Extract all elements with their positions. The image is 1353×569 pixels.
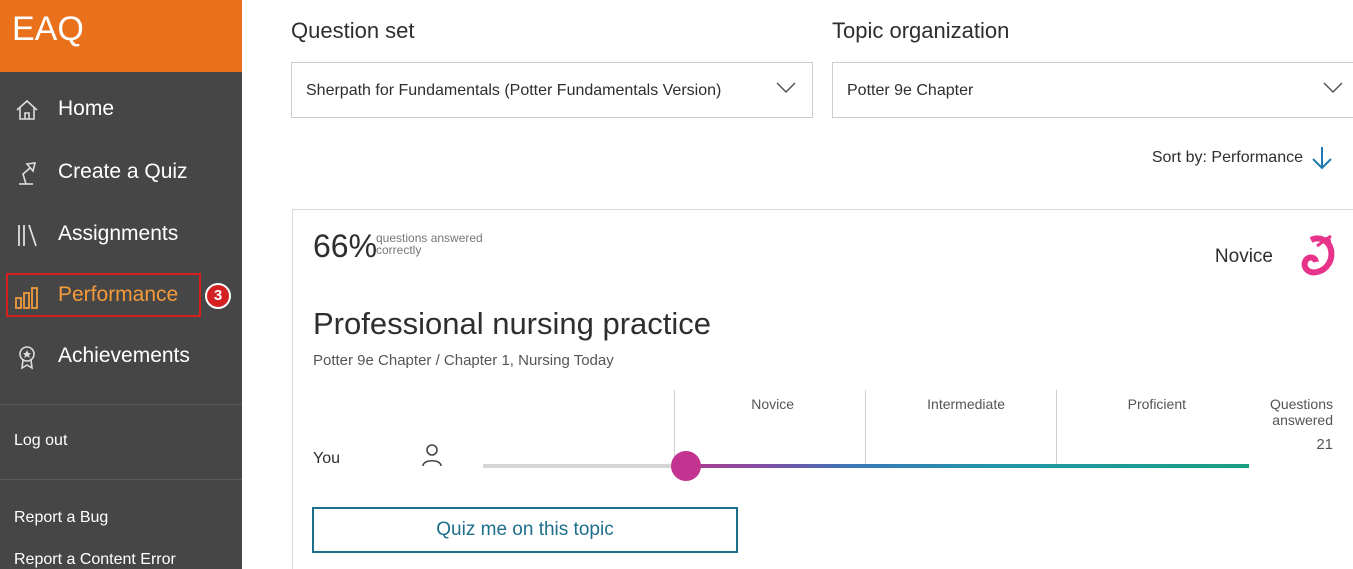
report-bug-link[interactable]: Report a Bug <box>14 509 108 527</box>
topic-title: Professional nursing practice <box>313 306 712 341</box>
nav-label-achievements: Achievements <box>58 344 190 367</box>
stage-proficient: Proficient <box>1127 396 1186 412</box>
sidebar-divider <box>0 479 242 480</box>
questions-answered-label: Questions answered <box>1269 396 1333 428</box>
stage-novice: Novice <box>751 396 794 412</box>
main-content: Question set Sherpath for Fundamentals (… <box>242 0 1353 569</box>
arrow-down-icon[interactable] <box>1311 145 1333 171</box>
question-set-select[interactable]: Sherpath for Fundamentals (Potter Fundam… <box>291 62 813 118</box>
nav-item-achievements[interactable]: Achievements <box>0 329 242 385</box>
step-badge: 3 <box>205 283 231 309</box>
home-icon <box>16 99 38 120</box>
chevron-down-icon <box>776 82 796 94</box>
topic-path: Potter 9e Chapter / Chapter 1, Nursing T… <box>313 352 614 369</box>
nav-item-home[interactable]: Home <box>0 82 242 138</box>
nav-label-home: Home <box>58 97 115 120</box>
logout-link[interactable]: Log out <box>14 432 67 450</box>
questions-answered-count: 21 <box>1316 436 1333 453</box>
topic-organization-select[interactable]: Potter 9e Chapter <box>832 62 1353 118</box>
highlight-box <box>6 273 201 317</box>
topic-organization-value: Potter 9e Chapter <box>847 82 974 99</box>
report-content-error-link[interactable]: Report a Content Error <box>14 551 176 569</box>
percent-note: questions answered correctly <box>376 231 483 257</box>
progress-marker <box>671 451 701 481</box>
lamp-icon <box>19 162 37 185</box>
question-set-label: Question set <box>291 18 415 43</box>
you-label: You <box>313 450 340 467</box>
progress-track-remaining <box>483 464 686 468</box>
sort-by-label[interactable]: Sort by: Performance <box>1152 149 1303 167</box>
nav-item-assignments[interactable]: Assignments <box>0 207 242 263</box>
progress-track-levels <box>686 464 1249 468</box>
quiz-me-button[interactable]: Quiz me on this topic <box>312 507 738 553</box>
nav-item-create-quiz[interactable]: Create a Quiz <box>0 145 242 201</box>
topic-card: 66% questions answered correctly Novice … <box>292 209 1353 569</box>
sidebar-divider <box>0 404 242 405</box>
user-icon <box>422 444 442 467</box>
chameleon-icon <box>1301 234 1335 276</box>
stage-intermediate: Intermediate <box>927 396 1005 412</box>
sidebar: EAQ Home Create a Quiz Assignments Perfo… <box>0 0 242 569</box>
nav-label-assignments: Assignments <box>58 222 179 245</box>
topic-organization-label: Topic organization <box>832 18 1010 43</box>
level-label: Novice <box>1214 246 1273 267</box>
chevron-down-icon <box>1323 82 1343 94</box>
percent-correct: 66% <box>313 228 378 264</box>
brand-logo[interactable]: EAQ <box>12 10 84 49</box>
question-set-value: Sherpath for Fundamentals (Potter Fundam… <box>306 82 722 99</box>
brand-bar[interactable]: EAQ <box>0 0 242 72</box>
books-icon <box>18 224 37 247</box>
nav-label-create-quiz: Create a Quiz <box>58 160 188 183</box>
award-icon <box>19 346 35 370</box>
